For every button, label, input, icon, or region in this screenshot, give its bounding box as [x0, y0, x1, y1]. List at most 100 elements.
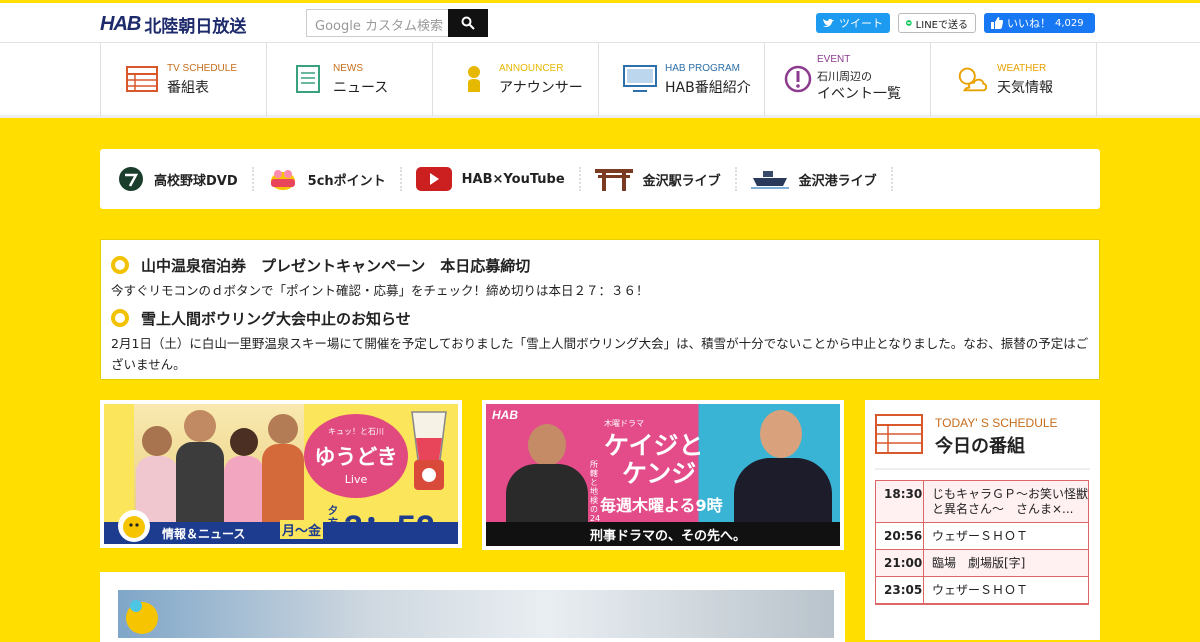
schedule-row[interactable]: 18:30 じもキャラＧＰ～お笑い怪獣と異名さん～ さんま×... [876, 481, 1088, 523]
blender-mascot-icon [411, 411, 447, 490]
banner-evening: 夕方 [328, 506, 338, 529]
thumbs-up-icon [991, 17, 1003, 29]
banner-keiji-kenji[interactable]: HAB 木曜ドラマ ケイジと ケンジ 所轄と地検の24時 毎週木曜よる9時 刑事… [482, 400, 844, 550]
twitter-bird-icon [823, 18, 834, 27]
banner-live: Live [344, 473, 368, 486]
banner-footer-text: 情報＆ニュース [162, 527, 246, 541]
nav-ja-label: HAB番組紹介 [665, 80, 751, 96]
nav-en-label: WEATHER [997, 63, 1047, 74]
search-input[interactable]: Google カスタム検索 [306, 9, 448, 37]
bullet-ring-icon [111, 309, 129, 327]
schedule-row[interactable]: 20:56 ウェザーＳＨＯＴ [876, 523, 1088, 550]
like-label: いいね！ [1007, 17, 1051, 30]
drama-title-b: ケンジ [622, 459, 697, 488]
nav-en-label: TV SCHEDULE [167, 63, 238, 74]
site-logo[interactable]: HAB 北陸朝日放送 [100, 12, 246, 37]
nav-news[interactable]: NEWS ニュース [267, 43, 433, 116]
today-schedule: TODAY' S SCHEDULE 今日の番組 18:30 じもキャラＧＰ～お笑… [865, 400, 1100, 640]
chick-mascot-icon [118, 510, 150, 542]
title-bubble: キュッ！と石川 ゆうどき Live [304, 414, 408, 498]
schedule-row[interactable]: 21:00 臨場 劇場版[字] [876, 550, 1088, 577]
nav-ja-label: 番組表 [167, 80, 209, 96]
banner-tagline: キュッ！と石川 [328, 427, 384, 436]
like-count: 4,029 [1055, 17, 1084, 29]
notice-title-text: 雪上人間ボウリング大会中止のお知らせ [141, 309, 411, 328]
banner-time: 3：52 [344, 509, 435, 547]
nav-en-label: EVENT [817, 54, 851, 65]
baseball-icon [119, 167, 143, 191]
line-share-button[interactable]: LINEで送る [898, 13, 976, 33]
quick-link-kanazawa-port-live[interactable]: 金沢港ライブ [750, 167, 893, 191]
nav-tv-schedule[interactable]: TV SCHEDULE 番組表 [101, 43, 267, 116]
notice-title[interactable]: 雪上人間ボウリング大会中止のお知らせ [111, 307, 1089, 329]
drama-schedule: 毎週木曜よる9時 [600, 496, 723, 515]
actor-right-photo [734, 404, 832, 526]
logo-mark: HAB [100, 13, 141, 35]
line-icon [906, 20, 912, 26]
banner-days: 月～金 [280, 520, 324, 539]
bullet-ring-icon [111, 256, 129, 274]
torii-gate-icon [594, 169, 633, 191]
quick-link-5ch-point[interactable]: 5chポイント [268, 167, 402, 191]
quick-link-baseball-dvd[interactable]: 高校野球DVD [118, 167, 254, 191]
point-mascot-icon [126, 600, 158, 634]
banner-snow-event[interactable] [100, 572, 845, 642]
quick-link-label: HAB×YouTube [461, 171, 565, 187]
nav-en-label: HAB PROGRAM [665, 63, 741, 74]
banner-title: ゆうどき [314, 445, 398, 469]
schedule-program: じもキャラＧＰ～お笑い怪獣と異名さん～ さんま×... [932, 487, 1089, 516]
site-search: Google カスタム検索 [306, 9, 488, 37]
schedule-time: 18:30 [876, 481, 924, 522]
quick-link-label: 金沢駅ライブ [642, 173, 721, 189]
facebook-like-button[interactable]: いいね！ 4,029 [984, 13, 1095, 33]
nav-event[interactable]: EVENT 石川周辺の イベント一覧 [765, 43, 931, 116]
search-icon [461, 16, 475, 30]
station-name: 北陸朝日放送 [144, 17, 247, 37]
schedule-time: 23:05 [876, 577, 924, 603]
social-buttons: ツイート LINEで送る いいね！ 4,029 [816, 13, 1095, 33]
schedule-header: TODAY' S SCHEDULE 今日の番組 [875, 414, 1090, 470]
youtube-icon [415, 167, 452, 191]
nav-ja-label: イベント一覧 [817, 86, 901, 102]
news-icon [291, 63, 325, 95]
main-nav: TV SCHEDULE 番組表 NEWS ニュース ANNOUNCER アナウン… [0, 42, 1200, 118]
tweet-button[interactable]: ツイート [816, 13, 890, 33]
nav-announcer[interactable]: ANNOUNCER アナウンサー [433, 43, 599, 116]
notice-title-text: 山中温泉宿泊券 プレゼントキャンペーン 本日応募締切 [141, 256, 531, 275]
actor-left-photo [506, 422, 588, 526]
notice-title[interactable]: 山中温泉宿泊券 プレゼントキャンペーン 本日応募締切 [111, 254, 1089, 276]
tv-schedule-icon [125, 63, 159, 95]
snow-photo [118, 590, 834, 638]
quick-link-label: 5chポイント [307, 173, 386, 189]
notice-body: 今すぐリモコンのｄボタンで「ポイント確認・応募」をチェック！締め切りは本日２７：… [111, 283, 649, 298]
nav-weather[interactable]: WEATHER 天気情報 [931, 43, 1097, 116]
tweet-label: ツイート [839, 17, 883, 30]
schedule-time: 21:00 [876, 550, 924, 576]
quick-link-label: 金沢港ライブ [798, 173, 877, 189]
schedule-ja-title: 今日の番組 [935, 436, 1025, 457]
schedule-time: 20:56 [876, 523, 924, 549]
search-button[interactable] [448, 9, 488, 37]
schedule-table: 18:30 じもキャラＧＰ～お笑い怪獣と異名さん～ さんま×... 20:56 … [875, 480, 1089, 605]
nav-hab-program[interactable]: HAB PROGRAM HAB番組紹介 [599, 43, 765, 116]
announcer-icon [457, 63, 491, 95]
quick-link-kanazawa-station-live[interactable]: 金沢駅ライブ [594, 167, 737, 191]
quick-link-label: 高校野球DVD [154, 173, 238, 189]
exclamation-icon [781, 63, 815, 95]
banner-yudoki[interactable]: キュッ！と石川 ゆうどき Live 情報＆ニュース 月～金 夕方 3：52 [100, 400, 462, 548]
nav-ja-label: 天気情報 [997, 80, 1053, 96]
schedule-row[interactable]: 23:05 ウェザーＳＨＯＴ [876, 577, 1088, 604]
schedule-program: 臨場 劇場版[字] [932, 556, 1026, 570]
notice-body: 2月1日（土）に白山一里野温泉スキー場にて開催を予定しておりました「雪上人間ボウ… [111, 336, 1089, 372]
nav-ja-label: アナウンサー [499, 80, 583, 96]
weather-icon [955, 63, 989, 95]
quick-links-bar: 高校野球DVD 5chポイント HAB×YouTube 金沢駅ライブ 金沢港ライ… [100, 149, 1100, 209]
quick-link-youtube[interactable]: HAB×YouTube [415, 167, 581, 191]
nav-ja-label: ニュース [333, 80, 389, 96]
hosts-photo [134, 404, 304, 522]
top-bar: HAB 北陸朝日放送 Google カスタム検索 ツイート LINEで送る いい… [0, 0, 1200, 42]
schedule-program: ウェザーＳＨＯＴ [932, 583, 1029, 597]
tv-schedule-icon [875, 414, 923, 454]
nav-en-label: ANNOUNCER [499, 63, 564, 74]
point-mascot-icon [270, 170, 295, 190]
